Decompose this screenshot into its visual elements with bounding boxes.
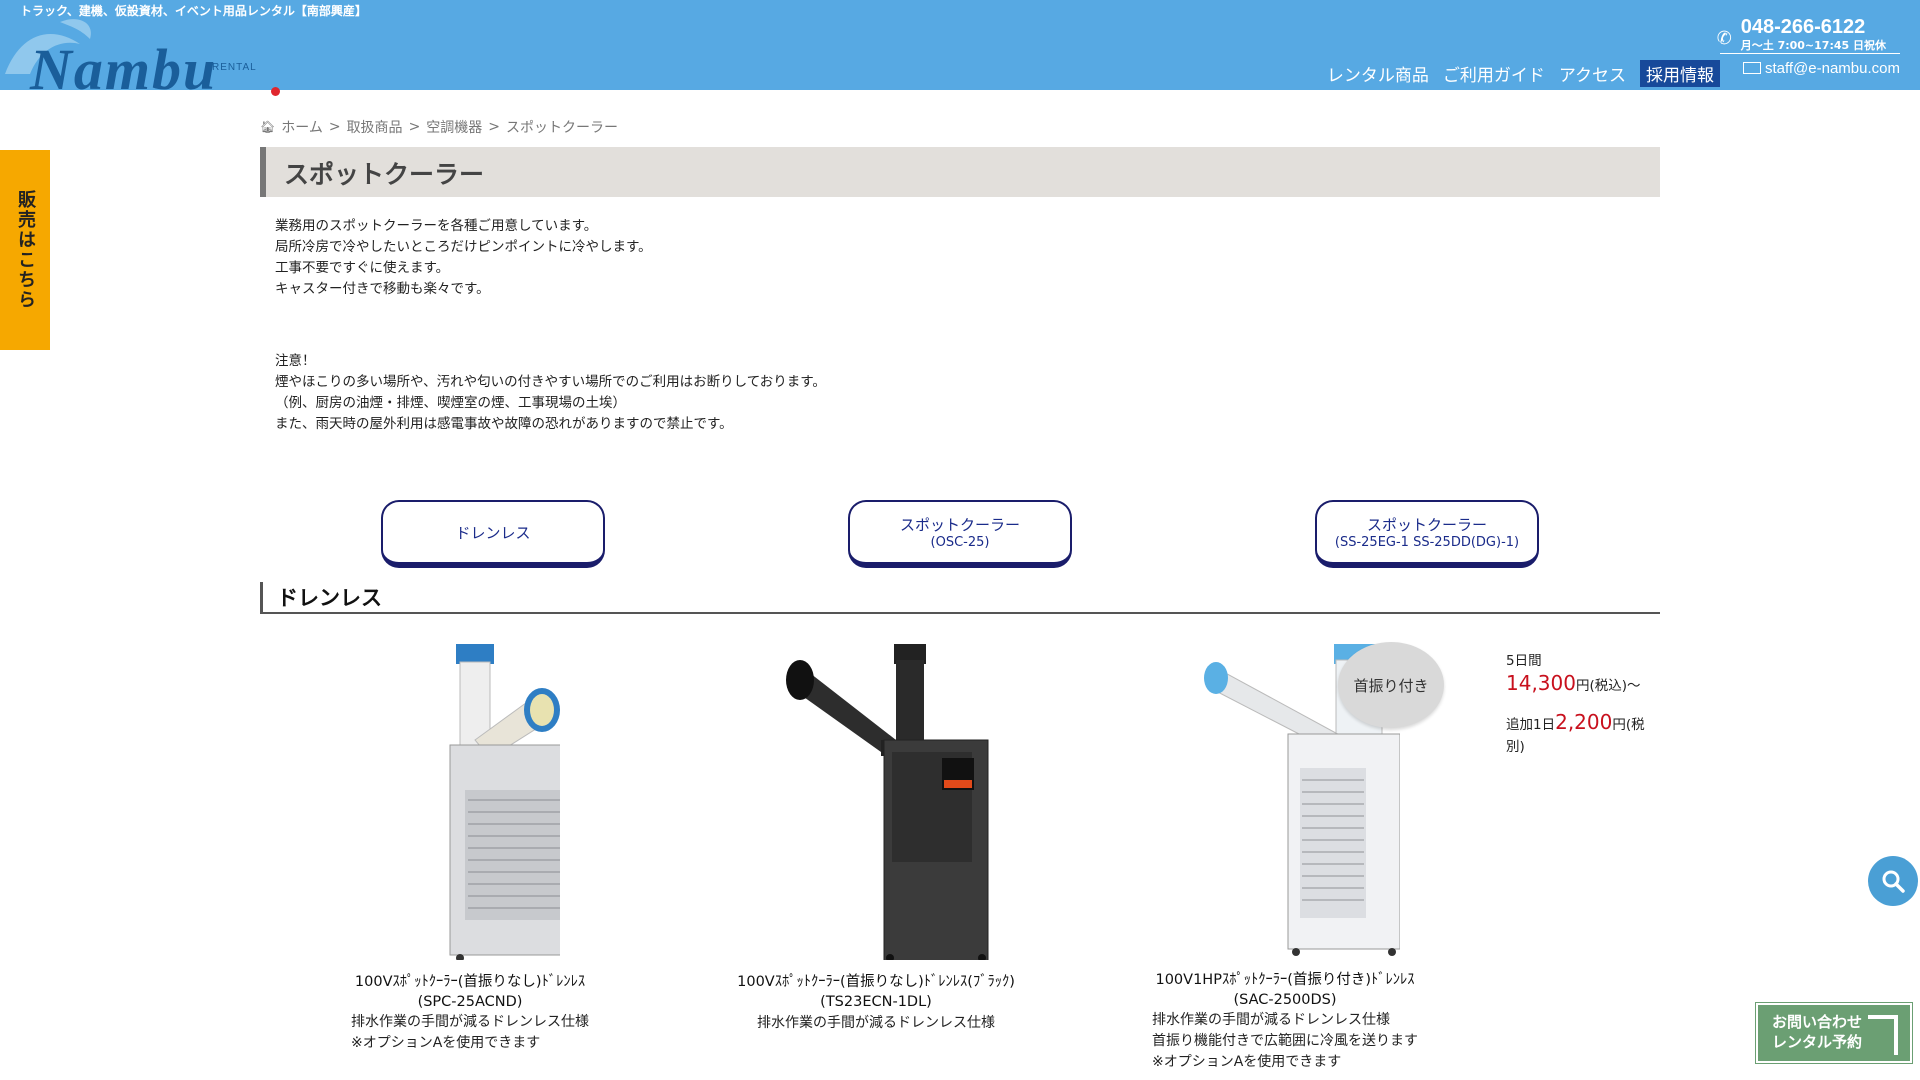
anchor-ss25-button[interactable]: スポットクーラー (SS-25EG-1 SS-25DD(DG)-1) [1315, 500, 1539, 568]
breadcrumb-separator: > [408, 119, 421, 135]
business-hours: 月〜土 7:00~17:45 日祝休 [1740, 39, 1886, 52]
notice-line: （例、厨房の油煙・排煙、喫煙室の煙、工事現場の土埃） [275, 395, 626, 411]
anchor-drainless-button[interactable]: ドレンレス [381, 500, 605, 568]
breadcrumb-air-conditioning[interactable]: 空調機器 [426, 117, 482, 137]
product-image[interactable] [756, 640, 996, 963]
product-feature: 排水作業の手間が減るドレンレス仕様 [351, 1014, 589, 1030]
contact-reservation-button[interactable]: お問い合わせ レンタル予約 [1755, 1002, 1913, 1064]
search-button[interactable] [1868, 856, 1918, 906]
nambu-logo[interactable]: Nambu RENTAL [0, 14, 300, 102]
nav-usage-guide[interactable]: ご利用ガイド [1443, 61, 1545, 86]
product-description: 排水作業の手間が減るドレンレス仕様 [757, 1013, 995, 1034]
anchor-sublabel: (OSC-25) [930, 535, 990, 550]
anchor-label: ドレンレス [455, 523, 531, 542]
price-extra-label: 追加1日 [1506, 717, 1556, 733]
product-card[interactable]: 100Vｽﾎﾟｯﾄｸｰﾗｰ(首振りなし)ﾄﾞﾚﾝﾚｽ(ﾌﾞﾗｯｸ) (TS23E… [716, 640, 1036, 1034]
anchor-sublabel: (SS-25EG-1 SS-25DD(DG)-1) [1334, 535, 1520, 550]
logo-rental-label: RENTAL [212, 62, 257, 73]
main-nav: レンタル商品 ご利用ガイド アクセス 採用情報 [1327, 60, 1720, 87]
price-period-suffix: 円(税込)〜 [1575, 678, 1641, 694]
anchor-label: スポットクーラー [899, 516, 1020, 534]
price-period-label: 5日間 [1506, 653, 1542, 669]
product-feature: ※オプションAを使用できます [1152, 1054, 1342, 1070]
breadcrumb-separator: > [328, 119, 341, 135]
phone-block[interactable]: ✆ 048-266-6122 月〜土 7:00~17:45 日祝休 [1717, 16, 1886, 53]
product-model: (SPC-25ACND) [417, 994, 523, 1010]
intro-line: 工事不要ですぐに使えます。 [275, 260, 450, 276]
product-feature: ※オプションAを使用できます [351, 1035, 541, 1051]
intro-text: 業務用のスポットクーラーを各種ご用意しています。 局所冷房で冷やしたいところだけ… [275, 216, 652, 300]
logo-text: Nambu [30, 37, 218, 102]
product-model: (SAC-2500DS) [1233, 992, 1337, 1008]
notice-line: また、雨天時の屋外利用は感電事故や故障の恐れがありますので禁止です。 [275, 416, 733, 432]
arrow-icon [1868, 1015, 1898, 1055]
phone-number: 048-266-6122 [1740, 16, 1866, 38]
intro-line: 局所冷房で冷やしたいところだけピンポイントに冷やします。 [275, 239, 652, 255]
mail-icon [1742, 62, 1761, 74]
section-heading-drainless: ドレンレス [260, 582, 1660, 614]
page-title: スポットクーラー [284, 160, 485, 189]
anchor-label: スポットクーラー [1366, 516, 1487, 534]
intro-line: キャスター付きで移動も楽々です。 [275, 281, 490, 297]
nav-access[interactable]: アクセス [1559, 61, 1626, 86]
product-feature: 首振り機能付きで広範囲に冷風を送ります [1152, 1033, 1418, 1049]
nav-rental-products[interactable]: レンタル商品 [1327, 61, 1429, 86]
product-name: 100Vｽﾎﾟｯﾄｸｰﾗｰ(首振りなし)ﾄﾞﾚﾝﾚｽ [354, 974, 586, 990]
site-header: トラック、建機、仮設資材、イベント用品レンタル【南部興産】 Nambu RENT… [0, 0, 1920, 102]
breadcrumb-current: スポットクーラー [506, 120, 619, 136]
search-icon [1882, 870, 1905, 893]
product-model: (TS23ECN-1DL) [820, 994, 932, 1010]
product-name: 100V1HPｽﾎﾟｯﾄｸｰﾗｰ(首振り付き)ﾄﾞﾚﾝﾚｽ [1155, 972, 1415, 988]
breadcrumb-products[interactable]: 取扱商品 [347, 117, 403, 137]
breadcrumb-home[interactable]: ホーム [281, 117, 323, 137]
section-title: ドレンレス [277, 586, 382, 610]
product-image[interactable] [380, 640, 585, 962]
price-extra-amount: 2,200 [1555, 710, 1613, 734]
breadcrumb-separator: > [488, 119, 501, 135]
product-card[interactable]: 100Vｽﾎﾟｯﾄｸｰﾗｰ(首振りなし)ﾄﾞﾚﾝﾚｽ (SPC-25ACND) … [320, 640, 620, 1054]
notice-line: 煙やほこりの多い場所や、汚れや匂いの付きやすい場所でのご利用はお断りしております… [275, 374, 826, 390]
notice-heading: 注意！ [275, 353, 316, 369]
email-address: staff@e-nambu.com [1764, 60, 1900, 77]
price-period-amount: 14,300 [1506, 671, 1576, 695]
product-feature: 排水作業の手間が減るドレンレス仕様 [1152, 1012, 1390, 1028]
phone-icon: ✆ [1716, 28, 1732, 49]
product-description: 排水作業の手間が減るドレンレス仕様 ※オプションAを使用できます [351, 1012, 589, 1054]
sale-tab[interactable]: 販売はこちら [0, 150, 50, 350]
product-feature: 排水作業の手間が減るドレンレス仕様 [757, 1015, 995, 1031]
home-icon: 🏠︎ [260, 120, 276, 134]
intro-line: 業務用のスポットクーラーを各種ご用意しています。 [275, 218, 598, 234]
header-divider [1720, 53, 1900, 54]
nav-recruit[interactable]: 採用情報 [1640, 60, 1720, 87]
email-link[interactable]: staff@e-nambu.com [1742, 60, 1900, 77]
breadcrumb: 🏠︎ ホーム > 取扱商品 > 空調機器 > スポットクーラー [260, 117, 618, 137]
page-title-bar: スポットクーラー [260, 147, 1660, 197]
notice-text: 注意！ 煙やほこりの多い場所や、汚れや匂いの付きやすい場所でのご利用はお断りして… [275, 351, 826, 435]
logo-dot [271, 87, 280, 96]
anchor-osc25-button[interactable]: スポットクーラー (OSC-25) [848, 500, 1072, 568]
swing-feature-badge: 首振り付き [1338, 642, 1444, 728]
product-name: 100Vｽﾎﾟｯﾄｸｰﾗｰ(首振りなし)ﾄﾞﾚﾝﾚｽ(ﾌﾞﾗｯｸ) [737, 974, 1015, 990]
price-info: 5日間 14,300円(税込)〜 追加1日2,200円(税別) [1506, 650, 1646, 772]
product-description: 排水作業の手間が減るドレンレス仕様 首振り機能付きで広範囲に冷風を送ります ※オ… [1152, 1010, 1418, 1073]
